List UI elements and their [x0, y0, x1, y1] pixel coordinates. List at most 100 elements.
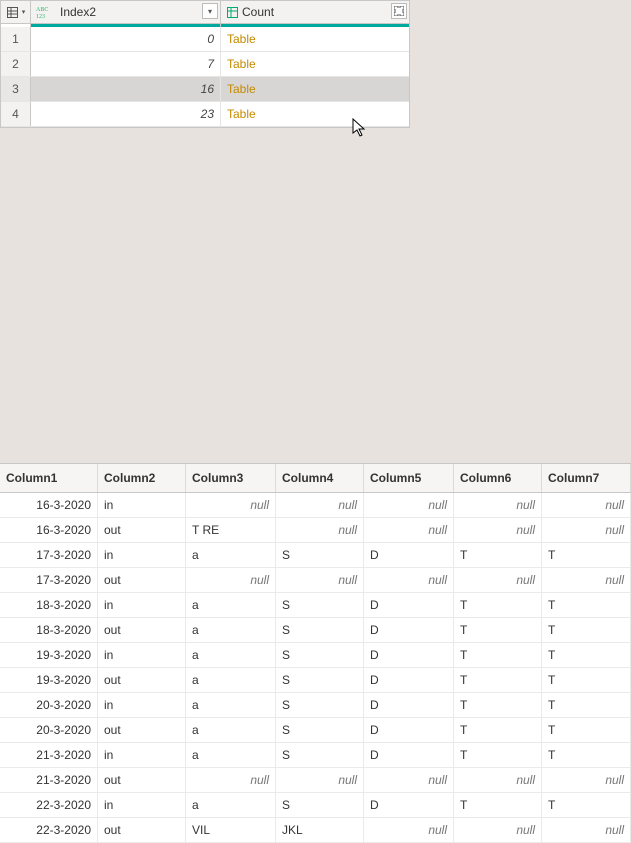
detail-cell[interactable]: null: [186, 568, 276, 592]
detail-cell[interactable]: 20-3-2020: [0, 693, 98, 717]
detail-cell[interactable]: T: [542, 718, 631, 742]
detail-cell[interactable]: 18-3-2020: [0, 593, 98, 617]
detail-cell[interactable]: 22-3-2020: [0, 818, 98, 842]
detail-cell[interactable]: null: [542, 493, 631, 517]
detail-cell[interactable]: a: [186, 693, 276, 717]
detail-cell[interactable]: 16-3-2020: [0, 493, 98, 517]
detail-column-header[interactable]: Column6: [454, 464, 542, 492]
detail-cell[interactable]: 17-3-2020: [0, 568, 98, 592]
detail-cell[interactable]: D: [364, 618, 454, 642]
detail-row[interactable]: 16-3-2020outT REnullnullnullnull: [0, 518, 631, 543]
detail-cell[interactable]: S: [276, 743, 364, 767]
detail-cell[interactable]: JKL: [276, 818, 364, 842]
detail-cell[interactable]: null: [542, 518, 631, 542]
detail-column-header[interactable]: Column1: [0, 464, 98, 492]
detail-cell[interactable]: S: [276, 718, 364, 742]
detail-cell[interactable]: null: [364, 818, 454, 842]
detail-cell[interactable]: out: [98, 518, 186, 542]
detail-cell[interactable]: T: [454, 543, 542, 567]
detail-cell[interactable]: a: [186, 793, 276, 817]
detail-cell[interactable]: null: [454, 768, 542, 792]
detail-cell[interactable]: T: [454, 668, 542, 692]
detail-cell[interactable]: null: [186, 768, 276, 792]
detail-cell[interactable]: T: [454, 743, 542, 767]
detail-cell[interactable]: S: [276, 643, 364, 667]
detail-cell[interactable]: a: [186, 643, 276, 667]
detail-cell[interactable]: D: [364, 793, 454, 817]
row-number-cell[interactable]: 4: [1, 102, 31, 126]
detail-row[interactable]: 21-3-2020outnullnullnullnullnull: [0, 768, 631, 793]
detail-cell[interactable]: D: [364, 643, 454, 667]
detail-cell[interactable]: D: [364, 593, 454, 617]
detail-cell[interactable]: in: [98, 743, 186, 767]
detail-cell[interactable]: out: [98, 668, 186, 692]
detail-cell[interactable]: in: [98, 493, 186, 517]
detail-row[interactable]: 17-3-2020inaSDTT: [0, 543, 631, 568]
detail-cell[interactable]: null: [276, 568, 364, 592]
detail-row[interactable]: 17-3-2020outnullnullnullnullnull: [0, 568, 631, 593]
detail-cell[interactable]: T: [454, 793, 542, 817]
detail-cell[interactable]: out: [98, 568, 186, 592]
detail-cell[interactable]: 20-3-2020: [0, 718, 98, 742]
detail-column-header[interactable]: Column2: [98, 464, 186, 492]
detail-row[interactable]: 18-3-2020outaSDTT: [0, 618, 631, 643]
detail-cell[interactable]: null: [186, 493, 276, 517]
detail-cell[interactable]: null: [454, 568, 542, 592]
detail-cell[interactable]: T: [542, 793, 631, 817]
table-row[interactable]: 27Table: [1, 52, 409, 77]
detail-cell[interactable]: out: [98, 718, 186, 742]
table-row[interactable]: 316Table: [1, 77, 409, 102]
detail-cell[interactable]: out: [98, 768, 186, 792]
detail-cell[interactable]: T: [542, 543, 631, 567]
detail-cell[interactable]: S: [276, 668, 364, 692]
table-row[interactable]: 10Table: [1, 27, 409, 52]
row-number-cell[interactable]: 3: [1, 77, 31, 101]
detail-cell[interactable]: T: [542, 693, 631, 717]
detail-cell[interactable]: null: [276, 768, 364, 792]
detail-cell[interactable]: null: [276, 518, 364, 542]
detail-cell[interactable]: a: [186, 618, 276, 642]
column-expand-button[interactable]: [391, 3, 407, 19]
detail-row[interactable]: 19-3-2020inaSDTT: [0, 643, 631, 668]
detail-cell[interactable]: T: [542, 618, 631, 642]
detail-cell[interactable]: 21-3-2020: [0, 768, 98, 792]
detail-cell[interactable]: null: [454, 518, 542, 542]
detail-cell[interactable]: in: [98, 593, 186, 617]
detail-cell[interactable]: out: [98, 618, 186, 642]
detail-row[interactable]: 21-3-2020inaSDTT: [0, 743, 631, 768]
detail-row[interactable]: 22-3-2020inaSDTT: [0, 793, 631, 818]
detail-row[interactable]: 22-3-2020outVILJKLnullnullnull: [0, 818, 631, 843]
detail-row[interactable]: 19-3-2020outaSDTT: [0, 668, 631, 693]
table-row[interactable]: 423Table: [1, 102, 409, 127]
count-table-link[interactable]: Table: [221, 77, 409, 101]
detail-cell[interactable]: null: [542, 768, 631, 792]
count-table-link[interactable]: Table: [221, 102, 409, 126]
detail-column-header[interactable]: Column4: [276, 464, 364, 492]
detail-cell[interactable]: S: [276, 593, 364, 617]
detail-cell[interactable]: a: [186, 743, 276, 767]
detail-cell[interactable]: T: [454, 643, 542, 667]
query-preview-grid[interactable]: ▾ ABC 123 Index2 ▾ Count: [0, 0, 410, 128]
index2-cell[interactable]: 0: [31, 27, 221, 51]
detail-cell[interactable]: null: [454, 818, 542, 842]
detail-cell[interactable]: VIL: [186, 818, 276, 842]
detail-cell[interactable]: a: [186, 593, 276, 617]
detail-cell[interactable]: T: [542, 668, 631, 692]
detail-cell[interactable]: null: [542, 818, 631, 842]
detail-row[interactable]: 16-3-2020innullnullnullnullnull: [0, 493, 631, 518]
detail-cell[interactable]: null: [364, 518, 454, 542]
detail-cell[interactable]: null: [364, 493, 454, 517]
detail-cell[interactable]: D: [364, 693, 454, 717]
detail-cell[interactable]: a: [186, 668, 276, 692]
row-number-cell[interactable]: 1: [1, 27, 31, 51]
detail-cell[interactable]: S: [276, 543, 364, 567]
detail-cell[interactable]: T: [454, 718, 542, 742]
column-header-count[interactable]: Count: [221, 1, 409, 23]
detail-row[interactable]: 20-3-2020outaSDTT: [0, 718, 631, 743]
detail-cell[interactable]: T: [454, 593, 542, 617]
column-filter-dropdown[interactable]: ▾: [202, 3, 218, 19]
detail-column-header[interactable]: Column3: [186, 464, 276, 492]
detail-row[interactable]: 20-3-2020inaSDTT: [0, 693, 631, 718]
detail-cell[interactable]: in: [98, 693, 186, 717]
detail-cell[interactable]: out: [98, 818, 186, 842]
